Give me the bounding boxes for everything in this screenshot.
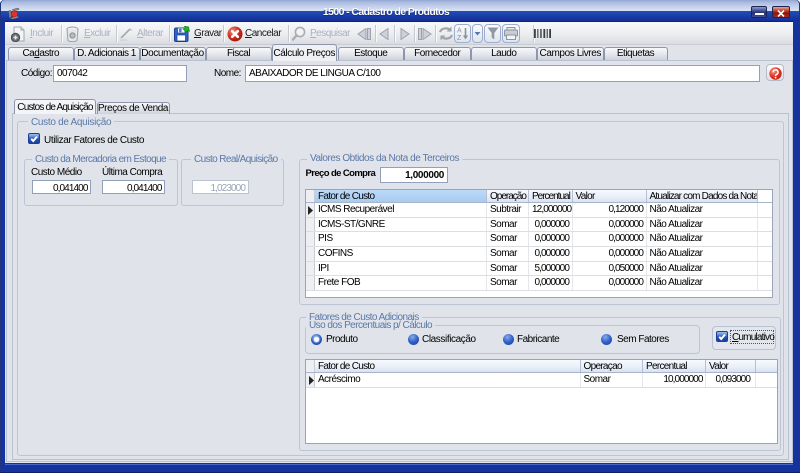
svg-text:Z: Z — [457, 35, 462, 41]
svg-text:A: A — [457, 28, 462, 35]
